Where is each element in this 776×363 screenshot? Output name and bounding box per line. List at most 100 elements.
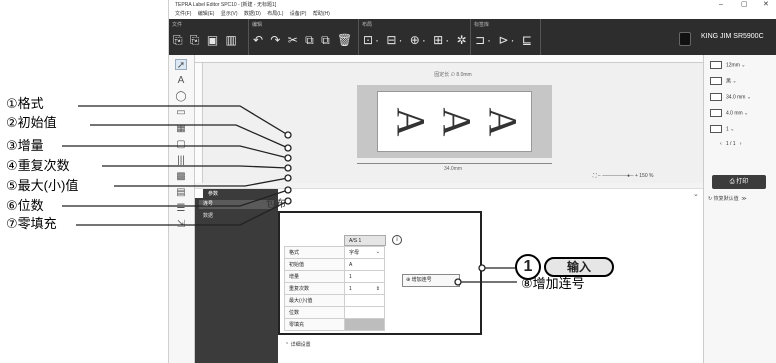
callout-increment: ③增量 [6,138,44,153]
select-arrow-icon[interactable]: ➚ [175,59,187,71]
chevron-up-icon: ⌃ [285,342,290,348]
window-title: TEPRA Label Editor SPC10 - [新建 - 无标题1] [175,2,277,8]
initial-value-label: 初始值 [284,258,345,271]
printer-icon [679,32,691,46]
format-label: 格式 [284,246,345,259]
increment-field[interactable]: 1 [344,270,385,283]
label-canvas[interactable]: 固定长 ∅ 8.0mm A A A 34.0mm ⛶ − ───────●─ +… [203,63,703,183]
library-tools-icons[interactable]: ⊐· ⊳· ⊑ [475,33,534,47]
ribbon-group-label: 标签库 [474,22,490,28]
frame-tool-icon[interactable]: ▢ [175,139,187,150]
table-row: 位数 [284,306,385,319]
ribbon-group-label: 文件 [172,22,183,28]
length-icon [710,93,722,101]
page-navigator[interactable]: ‹ 1 / 1 › [720,141,741,147]
add-sequence-button[interactable]: ⊕ 增加连号 [402,274,460,287]
ribbon-group-label: 布局 [362,22,373,28]
copies-field[interactable]: 1 ⌄ [710,125,734,133]
minimize-button[interactable]: – [719,0,723,10]
title-bar: TEPRA Label Editor SPC10 - [新建 - 无标题1] [169,0,776,10]
ribbon-group-label: 编辑 [252,22,263,28]
ribbon-group-file: 文件 ⎘ ⎘ ▣ ▥ [169,19,249,55]
dimension-line [357,163,552,164]
margin-field[interactable]: 4.0 mm ⌄ [710,109,748,117]
screenshot-stage: TEPRA Label Editor SPC10 - [新建 - 无标题1] –… [0,0,776,363]
table-row: 零填充 [284,318,385,331]
label-length-field[interactable]: 34.0 mm ⌄ [710,93,751,101]
tape-color-select[interactable]: 黑 ⌄ [710,77,737,85]
ribbon-toolbar: 文件 ⎘ ⎘ ▣ ▥ 编辑 ↶ ↷ ✂ ⧉ ⧉ 🗑 布局 ⊡· ⊟· ⊕· ⊞·… [169,19,776,55]
layout-tools-icons[interactable]: ⊡· ⊟· ⊕· ⊞· ✲ [363,33,469,47]
category-sequence[interactable]: 连号 [199,200,274,209]
repeat-count-label: 重复次数 [284,282,345,295]
callout-zero-fill: ⑦零填充 [6,216,57,231]
close-button[interactable]: ✕ [763,0,769,10]
file-tools-icons[interactable]: ⎘ ⎘ ▣ ▥ [173,33,239,48]
zero-fill-field[interactable] [344,318,385,331]
label-text-object[interactable]: A [386,108,434,137]
callout-initial-value: ②初始值 [6,115,57,130]
detail-settings-toggle[interactable]: ⌃ 详细设置 [285,341,311,348]
menu-file[interactable]: 文件(F) [175,11,191,17]
menu-view[interactable]: 显示(V) [221,11,238,17]
margin-icon [710,109,722,117]
qrcode-tool-icon[interactable]: ▩ [175,171,187,182]
repeat-count-stepper[interactable]: 1 ⇕ [344,282,385,295]
tape-color-value: 黑 [726,78,732,85]
tape-color-icon [710,77,722,85]
barcode-tool-icon[interactable]: ||| [175,155,187,166]
list-tool-icon[interactable]: ☰ [175,203,187,214]
label-text-object[interactable]: A [432,108,480,137]
sequence-tool-icon[interactable]: ⇲ [175,219,187,230]
label-length-value: 34.0 mm [726,94,746,101]
print-label: 打印 [736,179,749,185]
edit-tools-icons[interactable]: ↶ ↷ ✂ ⧉ ⧉ 🗑 [253,33,354,48]
format-value: 字母 [349,250,360,256]
print-button[interactable]: ⎙ 打印 [712,175,766,189]
chevron-down-icon: ⌄ [375,249,380,255]
table-row: 格式 字母 ⌄ [284,246,385,259]
label-print-area[interactable]: A A A [377,91,532,152]
text-tool-icon[interactable]: A [175,75,187,86]
right-property-panel: 12mm ⌄ 黑 ⌄ 34.0 mm ⌄ 4.0 mm ⌄ 1 ⌄ ‹ 1 / … [703,55,776,363]
restore-defaults-link[interactable]: ↻ 恢复默认值 ≫ [708,195,747,202]
shape-tool-icon[interactable]: ◯ [175,91,187,102]
zoom-level: 150 % [639,173,654,179]
date-tool-icon[interactable]: ▤ [175,187,187,198]
tape-width-select[interactable]: 12mm ⌄ [710,61,746,69]
table-tool-icon[interactable]: ▦ [175,123,187,134]
initial-value-field[interactable]: A [344,258,385,271]
callout-digits: ⑥位数 [6,198,44,213]
format-select[interactable]: 字母 ⌄ [344,246,385,259]
max-min-label: 最大(小)值 [284,294,345,307]
menu-layout[interactable]: 布局(L) [267,11,283,17]
zero-fill-label: 零填充 [284,318,345,331]
info-icon[interactable]: i [392,235,402,245]
label-length-readout: 34.0mm [443,166,463,172]
max-min-field[interactable] [344,294,385,307]
repeat-count-value: 1 [349,285,352,292]
category-data[interactable]: 数据 [199,212,274,221]
callout-max-min: ⑤最大(小)值 [6,178,79,193]
chevron-down-icon[interactable]: ⌄ [693,190,699,198]
menu-edit[interactable]: 编辑(E) [198,11,215,17]
sequence-column-header[interactable]: A/S 1 [344,235,386,246]
menu-help[interactable]: 帮助(H) [313,11,330,17]
menu-data[interactable]: 数据(D) [244,11,261,17]
label-text-object[interactable]: A [478,108,526,137]
printer-select[interactable]: KING JIM SR5900C [701,33,764,40]
zoom-control[interactable]: ⛶ − ───────●─ + 150 % [593,173,653,179]
tape-preview: A A A [357,85,552,158]
increment-label: 增量 [284,270,345,283]
page-indicator: 1 / 1 [725,141,736,147]
image-tool-icon[interactable]: ▭ [175,107,187,118]
table-row: 初始值 A [284,258,385,271]
restore-label: 恢复默认值 [713,196,739,202]
digits-field[interactable] [344,306,385,319]
maximize-button[interactable]: ▢ [741,0,748,10]
spin-arrows-icon: ⇕ [375,285,380,292]
copies-icon [710,125,722,133]
vertical-ruler [195,63,203,183]
table-row: 重复次数 1 ⇕ [284,282,385,295]
menu-device[interactable]: 设备(P) [290,11,307,17]
